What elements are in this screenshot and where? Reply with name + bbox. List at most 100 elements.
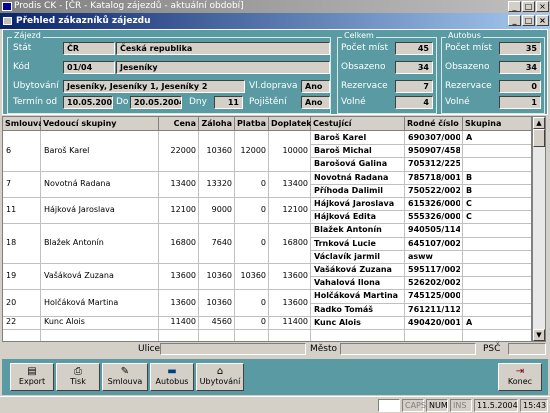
scroll-down-button[interactable]: ▼: [533, 329, 545, 341]
grid-hline: [311, 210, 531, 212]
passenger-name: Novotná Radana: [314, 172, 389, 182]
header-panel: Zájezd Stát ČR Česká republika Kód 01/04…: [2, 29, 548, 115]
table-cell: Vašáková Zuzana: [44, 271, 114, 281]
table-cell: Blažek Antonín: [44, 238, 104, 248]
table-cell: 13600: [282, 271, 308, 281]
column-header[interactable]: Záloha: [199, 117, 235, 131]
accommodation-button[interactable]: ⌂ Ubytování: [196, 363, 244, 391]
column-header[interactable]: Platba: [235, 117, 269, 131]
app-window: Prodis CK - [ČR - Katalog zájezdů - aktu…: [0, 0, 550, 413]
mesto-field[interactable]: [340, 343, 476, 355]
table-cell: 13600: [170, 271, 196, 281]
grid-vline: [40, 131, 41, 341]
table-cell: Kunc Alois: [44, 317, 85, 327]
termin-do-field: 20.05.2004: [130, 96, 182, 109]
table-cell: Holčáková Martina: [44, 297, 119, 307]
export-label: Export: [18, 377, 46, 386]
grid-hline: [3, 263, 311, 264]
pojisteni-label: Pojištění: [249, 97, 287, 107]
column-header[interactable]: Smlouva: [3, 117, 44, 131]
window-titlebar[interactable]: Prodis CK - [ČR - Katalog zájezdů - aktu…: [0, 0, 550, 13]
table-cell: 9000: [211, 205, 232, 215]
column-header[interactable]: Doplatek: [269, 117, 312, 131]
autobus-rezervace-field: 0: [499, 80, 541, 93]
exit-button[interactable]: ⇥ Konec: [498, 363, 542, 391]
printer-icon: ⎙: [74, 366, 82, 377]
celkem-obsazeno-field: 34: [395, 61, 433, 74]
grid-vline: [198, 131, 199, 341]
scroll-up-button[interactable]: ▲: [533, 117, 545, 129]
close-button[interactable]: ×: [536, 1, 549, 12]
form-close-button[interactable]: ×: [536, 15, 549, 26]
exit-label: Konec: [507, 377, 533, 386]
print-button[interactable]: ⎙ Tisk: [56, 363, 100, 391]
passenger-rc: 745125/0008: [408, 291, 460, 301]
table-cell: 13400: [170, 178, 196, 188]
autobus-rezervace-label: Rezervace: [445, 81, 492, 91]
column-header[interactable]: Vedoucí skupiny: [41, 117, 159, 131]
grid-hline: [3, 170, 311, 172]
kod-label: Kód: [13, 62, 30, 72]
customers-grid[interactable]: Smlouva Vedoucí skupiny Cena Záloha Platba Do…: [2, 116, 532, 342]
status-date: 11.5.2004: [474, 399, 518, 412]
grid-hline: [311, 289, 531, 291]
status-bar: CAPS NUM INS 11.5.2004 15:43: [0, 396, 550, 413]
column-header[interactable]: Skupina: [463, 117, 531, 131]
table-cell: 16800: [282, 238, 308, 248]
table-cell: 10360: [206, 297, 232, 307]
table-cell: 12000: [240, 145, 266, 155]
grid-hline: [3, 223, 311, 225]
kod-code-field[interactable]: 01/04: [63, 61, 115, 74]
grid-vline: [234, 131, 235, 341]
psc-field[interactable]: [508, 343, 546, 355]
celkem-volne-label: Volné: [341, 97, 366, 107]
bus-icon: ▬: [167, 366, 177, 377]
passenger-rc: 526202/0024: [408, 278, 460, 288]
column-header[interactable]: Cestující: [311, 117, 405, 131]
bus-button[interactable]: ▬ Autobus: [150, 363, 194, 391]
form-maximize-button[interactable]: □: [522, 15, 535, 26]
autobus-group-label: Autobus: [446, 31, 483, 41]
grid-hline: [311, 276, 531, 278]
stat-code-field[interactable]: ČR: [63, 42, 115, 55]
grid-hline: [311, 144, 531, 146]
grid-scrollbar[interactable]: ▲ ▼: [532, 116, 546, 342]
table-cell: 11: [6, 205, 17, 215]
passenger-group: A: [466, 317, 473, 327]
ulice-field[interactable]: [160, 343, 306, 355]
grid-vline: [158, 131, 159, 341]
passenger-group: B: [466, 172, 473, 182]
table-cell: 12100: [170, 205, 196, 215]
contract-button[interactable]: ✎ Smlouva: [102, 363, 148, 391]
maximize-button[interactable]: □: [522, 1, 535, 12]
termin-do-label: Do: [116, 97, 129, 107]
form-titlebar[interactable]: Přehled zákazníků zájezdu _ □ ×: [0, 13, 550, 29]
table-cell: Baroš Karel: [44, 145, 90, 155]
form-minimize-button[interactable]: _: [508, 15, 521, 26]
autobus-obsazeno-label: Obsazeno: [445, 62, 490, 72]
column-header[interactable]: Rodné číslo: [405, 117, 463, 131]
caps-indicator: CAPS: [402, 399, 426, 412]
scroll-thumb[interactable]: [533, 129, 545, 147]
table-cell: 7640: [211, 238, 232, 248]
table-cell: 6: [6, 145, 12, 155]
grid-hline: [311, 249, 531, 251]
table-cell: 13600: [282, 297, 308, 307]
form-icon: [3, 17, 12, 25]
table-cell: 10360: [240, 271, 266, 281]
column-header[interactable]: Cena: [159, 117, 199, 131]
export-button[interactable]: ▤ Export: [10, 363, 54, 391]
passenger-rc: 555326/0006: [408, 212, 460, 222]
status-time: 15:43: [520, 399, 548, 412]
grid-hline: [311, 302, 531, 304]
passenger-rc: 761211/1122: [408, 304, 460, 314]
celkem-rezervace-field: 7: [395, 80, 433, 93]
grid-hline: [311, 263, 531, 264]
table-cell: 13600: [170, 297, 196, 307]
autobus-obsazeno-field: 34: [499, 61, 541, 74]
termin-od-label: Termín od: [13, 97, 58, 107]
passenger-rc: 490420/0016: [408, 317, 460, 327]
psc-label: PSČ: [483, 344, 501, 354]
stat-label: Stát: [13, 43, 32, 53]
minimize-button[interactable]: _: [508, 1, 521, 12]
